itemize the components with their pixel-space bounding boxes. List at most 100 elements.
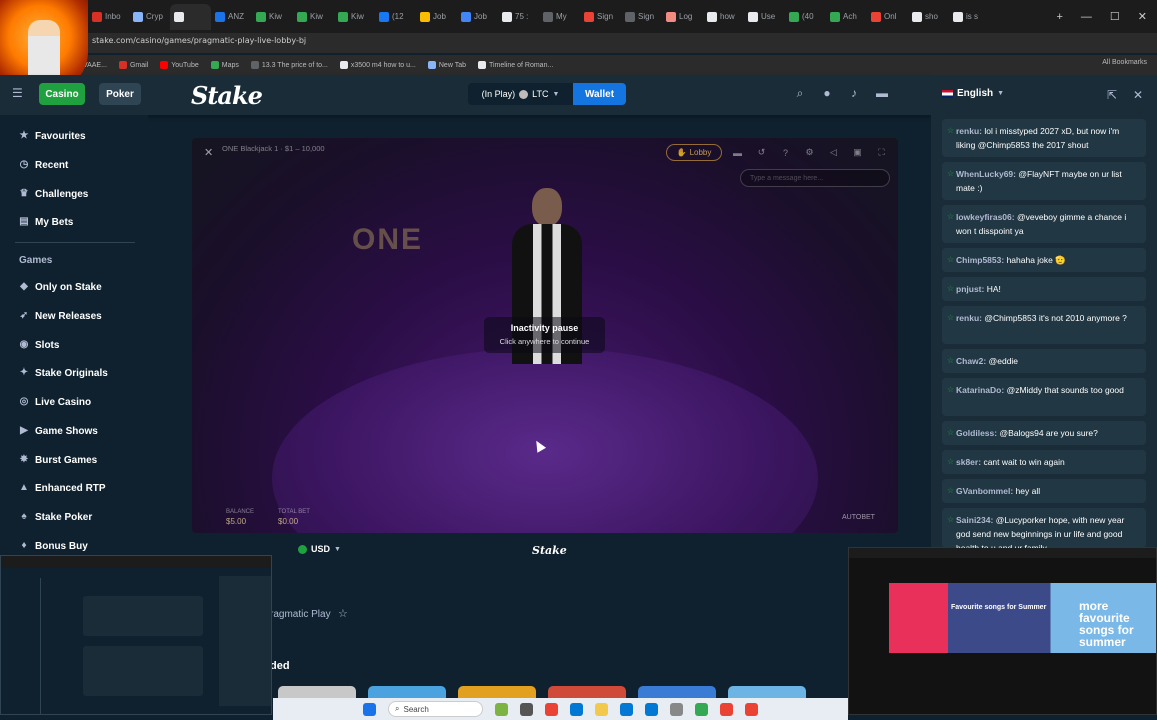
bookmark-item[interactable]: x3500 m4 how to u... — [339, 61, 416, 69]
autobet-button[interactable]: AUTOBET — [842, 514, 875, 521]
settings-icon[interactable] — [670, 702, 683, 716]
browser-tab[interactable]: how — [703, 4, 744, 30]
browser-tab[interactable]: is s — [949, 4, 990, 30]
chat-icon[interactable]: ▬ — [875, 86, 889, 100]
chat-bubble-icon[interactable]: ▬ — [732, 147, 743, 158]
browser-tab[interactable]: sho — [908, 4, 949, 30]
sidebar-item-recent[interactable]: ◷ Recent — [19, 156, 69, 174]
volume-icon[interactable]: ◁ — [828, 147, 839, 158]
edge-icon[interactable] — [570, 702, 583, 716]
balance-selector[interactable]: (In Play) LTC ▼ — [468, 83, 573, 105]
maximize-icon[interactable]: ☐ — [1110, 10, 1120, 23]
browser-tab[interactable]: Kiw — [252, 4, 293, 30]
close-window-icon[interactable]: ✕ — [1138, 10, 1147, 23]
popout-icon[interactable]: ⇱ — [1105, 88, 1119, 102]
chat-username[interactable]: WhenLucky69: — [956, 169, 1016, 179]
user-icon[interactable]: ● — [820, 86, 834, 100]
browser-tab[interactable]: Cryp — [129, 4, 170, 30]
browser-tab[interactable]: Use — [744, 4, 785, 30]
video-icon[interactable]: ▣ — [852, 147, 863, 158]
chat-username[interactable]: Saini234: — [956, 515, 993, 525]
inactivity-pause-dialog[interactable]: Inactivity pause Click anywhere to conti… — [484, 317, 605, 353]
browser-tab[interactable]: Job — [457, 4, 498, 30]
windows-start-icon[interactable] — [363, 702, 376, 716]
chat-username[interactable]: KatarinaDo: — [956, 385, 1004, 395]
task-view-icon[interactable] — [520, 702, 533, 716]
browser-tab[interactable] — [170, 3, 211, 30]
provider-name[interactable]: ragmatic Play — [270, 609, 331, 620]
settings-icon[interactable]: ⚙ — [804, 147, 815, 158]
file-explorer-icon[interactable] — [595, 702, 608, 716]
browser-tab[interactable]: ANZ — [211, 4, 252, 30]
chat-username[interactable]: GVanbommel: — [956, 486, 1013, 496]
url-text[interactable]: stake.com/casino/games/pragmatic-play-li… — [92, 36, 306, 45]
sidebar-item-game-shows[interactable]: ▶ Game Shows — [19, 422, 98, 440]
chat-username[interactable]: Chaw2: — [956, 356, 986, 366]
chat-username[interactable]: Goldiless: — [956, 428, 997, 438]
chat-username[interactable]: renku: — [956, 126, 982, 136]
sidebar-item-live-casino[interactable]: ◎ Live Casino — [19, 393, 92, 411]
sidebar-item-slots[interactable]: ◉ Slots — [19, 336, 60, 354]
chrome-icon[interactable] — [545, 702, 558, 716]
bookmark-item[interactable]: YouTube — [160, 61, 199, 69]
chat-username[interactable]: lowkeyfiras06: — [956, 212, 1015, 222]
sidebar-item-favourites[interactable]: ★ Favourites — [19, 127, 86, 145]
currency-selector[interactable]: USD ▼ — [298, 544, 341, 554]
wallet-button[interactable]: Wallet — [573, 83, 626, 105]
app-icon[interactable] — [695, 702, 708, 716]
favourite-star-icon[interactable]: ☆ — [338, 607, 348, 620]
minimize-icon[interactable]: — — [1081, 11, 1092, 23]
sidebar-item-burst-games[interactable]: ✸ Burst Games — [19, 451, 97, 469]
fullscreen-icon[interactable]: ⛶ — [876, 147, 887, 158]
browser-tab[interactable]: Ach — [826, 4, 867, 30]
game-chat-input[interactable]: Type a message here... — [740, 169, 890, 187]
browser-tab[interactable]: 75 : — [498, 4, 539, 30]
mail-icon[interactable] — [620, 702, 633, 716]
browser-tab[interactable]: Sign — [621, 4, 662, 30]
bookmark-item[interactable]: Maps — [210, 61, 239, 69]
taskbar-search[interactable]: ⌕ Search — [388, 701, 483, 717]
sidebar-item-stake-originals[interactable]: ✦ Stake Originals — [19, 364, 108, 382]
bell-icon[interactable]: ♪ — [847, 86, 861, 100]
poker-button[interactable]: Poker — [99, 83, 141, 105]
widget-icon[interactable] — [495, 702, 508, 716]
close-chat-icon[interactable]: ✕ — [1131, 88, 1145, 102]
sidebar-item-new-releases[interactable]: ➶ New Releases — [19, 307, 102, 325]
chat-username[interactable]: pnjust: — [956, 284, 984, 294]
browser-tab[interactable]: My — [539, 4, 580, 30]
lobby-button[interactable]: ✋ Lobby — [666, 144, 722, 161]
browser-tab[interactable]: Kiw — [334, 4, 375, 30]
browser-tab[interactable]: Job — [416, 4, 457, 30]
chat-username[interactable]: sk8er: — [956, 457, 981, 467]
bookmark-item[interactable]: Timeline of Roman... — [477, 61, 553, 69]
stake-logo[interactable]: Stake — [191, 81, 263, 110]
history-icon[interactable]: ↺ — [756, 147, 767, 158]
bookmark-item[interactable]: New Tab — [427, 61, 466, 69]
browser-tab[interactable]: Log — [662, 4, 703, 30]
close-icon[interactable]: ✕ — [204, 146, 213, 159]
browser-tab[interactable]: Inbo — [88, 4, 129, 30]
browser-tab[interactable]: (12 — [375, 4, 416, 30]
sidebar-item-enhanced-rtp[interactable]: ▲ Enhanced RTP — [19, 479, 106, 497]
chat-username[interactable]: renku: — [956, 313, 982, 323]
app-icon-3[interactable] — [745, 702, 758, 716]
language-selector[interactable]: English ▼ — [942, 88, 1004, 99]
menu-icon[interactable]: ☰ — [12, 87, 24, 99]
bookmark-item[interactable]: 13.3 The price of to... — [250, 61, 328, 69]
game-thumbnails-strip[interactable] — [278, 686, 848, 698]
sidebar-item-challenges[interactable]: ♛ Challenges — [19, 185, 89, 203]
sidebar-item-only-on-stake[interactable]: ◆ Only on Stake — [19, 278, 102, 296]
help-icon[interactable]: ? — [780, 147, 791, 158]
browser-tab[interactable]: Onl — [867, 4, 908, 30]
sidebar-item-my-bets[interactable]: ▤ My Bets — [19, 213, 73, 231]
browser-tab[interactable]: (40 — [785, 4, 826, 30]
browser-tab[interactable]: Kiw — [293, 4, 334, 30]
store-icon[interactable] — [645, 702, 658, 716]
chat-username[interactable]: Chimp5853: — [956, 255, 1004, 265]
tab-add-icon[interactable]: + — [1056, 11, 1062, 23]
sidebar-item-stake-poker[interactable]: ♠ Stake Poker — [19, 508, 92, 526]
browser-tab[interactable]: Sign — [580, 4, 621, 30]
bookmark-item[interactable]: Gmail — [118, 61, 148, 69]
game-frame[interactable]: ONE ✕ ONE Blackjack 1 · $1 – 10,000 ✋ Lob… — [192, 138, 898, 533]
search-icon[interactable]: ⌕ — [793, 86, 807, 100]
